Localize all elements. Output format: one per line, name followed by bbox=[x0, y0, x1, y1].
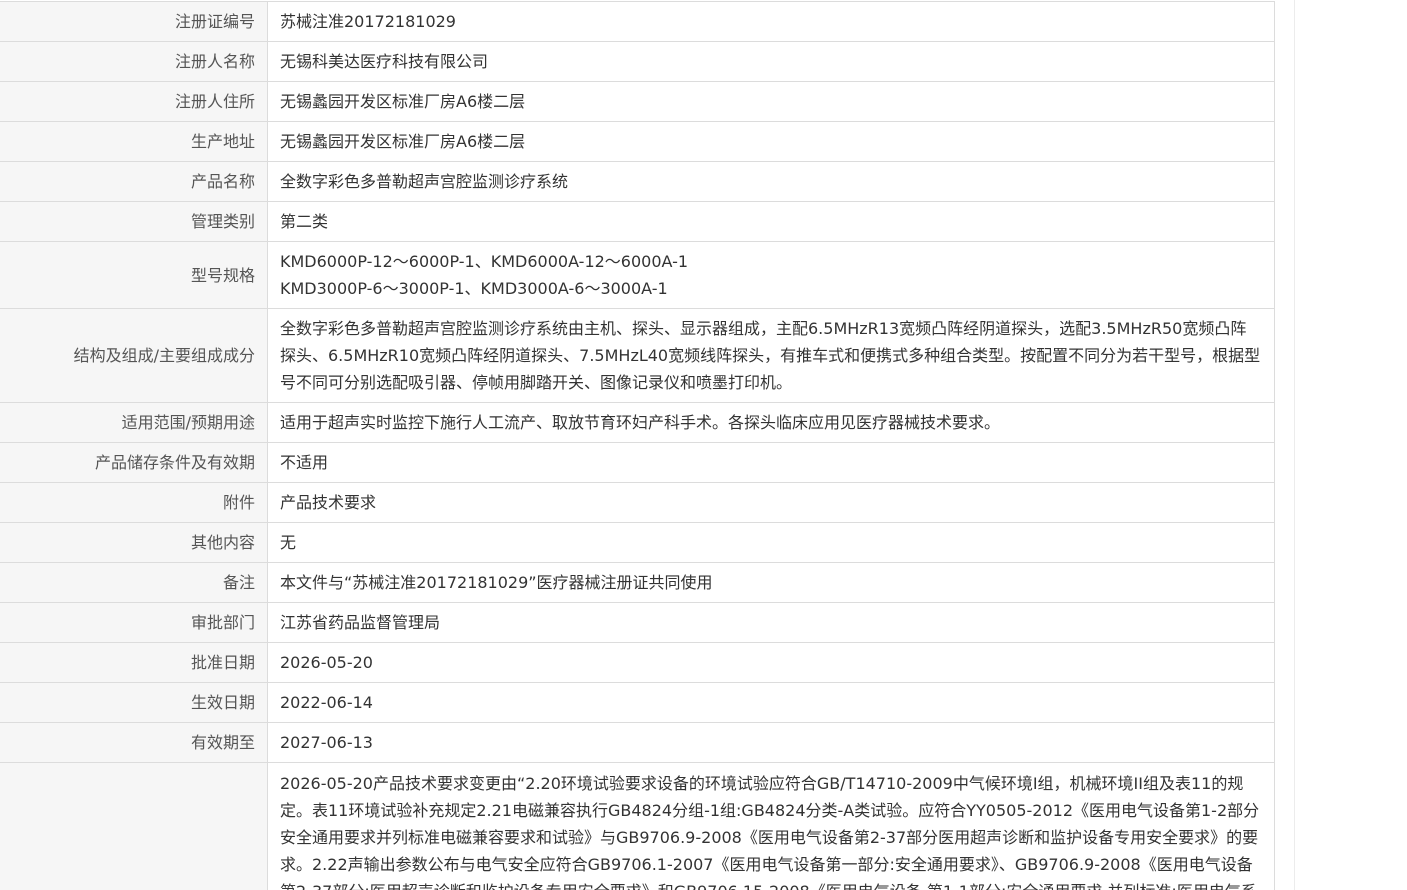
table-row: 注册证编号 苏械注准20172181029 bbox=[0, 1, 1275, 42]
row-value: KMD6000P-12～6000P-1、KMD6000A-12～6000A-1 … bbox=[267, 241, 1275, 309]
row-label bbox=[0, 762, 268, 890]
row-value: 2026-05-20 bbox=[267, 642, 1275, 683]
table-row: 注册人名称 无锡科美达医疗科技有限公司 bbox=[0, 41, 1275, 82]
table-row: 型号规格 KMD6000P-12～6000P-1、KMD6000A-12～600… bbox=[0, 241, 1275, 309]
page: 注册证编号 苏械注准20172181029 注册人名称 无锡科美达医疗科技有限公… bbox=[0, 0, 1407, 890]
table-row: 批准日期 2026-05-20 bbox=[0, 642, 1275, 683]
row-label: 型号规格 bbox=[0, 241, 268, 309]
row-label: 注册证编号 bbox=[0, 1, 268, 42]
table-row: 备注 本文件与“苏械注准20172181029”医疗器械注册证共同使用 bbox=[0, 562, 1275, 603]
model-spec-line: KMD6000P-12～6000P-1、KMD6000A-12～6000A-1 bbox=[280, 252, 689, 271]
row-label: 注册人住所 bbox=[0, 81, 268, 122]
row-label: 审批部门 bbox=[0, 602, 268, 643]
table-row: 2026-05-20产品技术要求变更由“2.20环境试验要求设备的环境试验应符合… bbox=[0, 762, 1275, 890]
table-row: 产品名称 全数字彩色多普勒超声宫腔监测诊疗系统 bbox=[0, 161, 1275, 202]
row-value: 无锡蠡园开发区标准厂房A6楼二层 bbox=[267, 81, 1275, 122]
table-row: 其他内容 无 bbox=[0, 522, 1275, 563]
row-label: 生产地址 bbox=[0, 121, 268, 162]
row-value: 本文件与“苏械注准20172181029”医疗器械注册证共同使用 bbox=[267, 562, 1275, 603]
row-label: 有效期至 bbox=[0, 722, 268, 763]
row-value: 不适用 bbox=[267, 442, 1275, 483]
change-history-text: 2026-05-20产品技术要求变更由“2.20环境试验要求设备的环境试验应符合… bbox=[267, 762, 1275, 890]
table-row: 有效期至 2027-06-13 bbox=[0, 722, 1275, 763]
table-row: 审批部门 江苏省药品监督管理局 bbox=[0, 602, 1275, 643]
row-label: 结构及组成/主要组成成分 bbox=[0, 308, 268, 403]
table-row: 附件 产品技术要求 bbox=[0, 482, 1275, 523]
table-row: 产品储存条件及有效期 不适用 bbox=[0, 442, 1275, 483]
row-label: 生效日期 bbox=[0, 682, 268, 723]
row-label: 管理类别 bbox=[0, 201, 268, 242]
row-label: 注册人名称 bbox=[0, 41, 268, 82]
row-label: 产品储存条件及有效期 bbox=[0, 442, 268, 483]
row-label: 产品名称 bbox=[0, 161, 268, 202]
row-value: 苏械注准20172181029 bbox=[267, 1, 1275, 42]
row-value: 第二类 bbox=[267, 201, 1275, 242]
row-value: 2022-06-14 bbox=[267, 682, 1275, 723]
row-value: 无锡蠡园开发区标准厂房A6楼二层 bbox=[267, 121, 1275, 162]
model-spec-line: KMD3000P-6～3000P-1、KMD3000A-6～3000A-1 bbox=[280, 279, 668, 298]
row-label: 其他内容 bbox=[0, 522, 268, 563]
table-row: 生效日期 2022-06-14 bbox=[0, 682, 1275, 723]
table-row: 适用范围/预期用途 适用于超声实时监控下施行人工流产、取放节育环妇产科手术。各探… bbox=[0, 402, 1275, 443]
registration-detail-table: 注册证编号 苏械注准20172181029 注册人名称 无锡科美达医疗科技有限公… bbox=[0, 1, 1275, 890]
table-row: 注册人住所 无锡蠡园开发区标准厂房A6楼二层 bbox=[0, 81, 1275, 122]
table-row: 生产地址 无锡蠡园开发区标准厂房A6楼二层 bbox=[0, 121, 1275, 162]
row-value: 无锡科美达医疗科技有限公司 bbox=[267, 41, 1275, 82]
right-divider bbox=[1294, 0, 1295, 890]
row-value: 产品技术要求 bbox=[267, 482, 1275, 523]
row-label: 批准日期 bbox=[0, 642, 268, 683]
row-value: 无 bbox=[267, 522, 1275, 563]
row-label: 附件 bbox=[0, 482, 268, 523]
row-value: 江苏省药品监督管理局 bbox=[267, 602, 1275, 643]
row-label: 适用范围/预期用途 bbox=[0, 402, 268, 443]
table-row: 管理类别 第二类 bbox=[0, 201, 1275, 242]
row-label: 备注 bbox=[0, 562, 268, 603]
row-value: 2027-06-13 bbox=[267, 722, 1275, 763]
row-value: 全数字彩色多普勒超声宫腔监测诊疗系统由主机、探头、显示器组成，主配6.5MHzR… bbox=[267, 308, 1275, 403]
row-value: 全数字彩色多普勒超声宫腔监测诊疗系统 bbox=[267, 161, 1275, 202]
row-value: 适用于超声实时监控下施行人工流产、取放节育环妇产科手术。各探头临床应用见医疗器械… bbox=[267, 402, 1275, 443]
table-row: 结构及组成/主要组成成分 全数字彩色多普勒超声宫腔监测诊疗系统由主机、探头、显示… bbox=[0, 308, 1275, 403]
